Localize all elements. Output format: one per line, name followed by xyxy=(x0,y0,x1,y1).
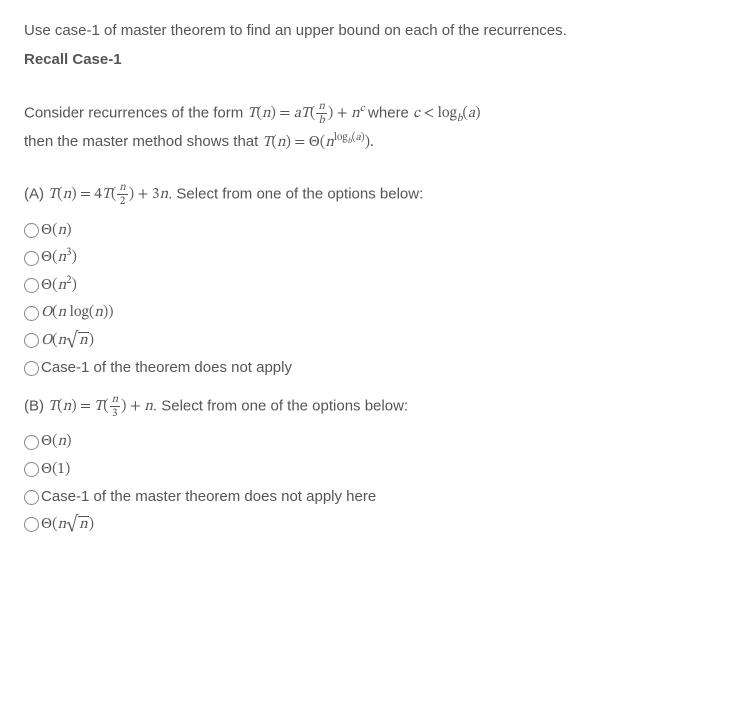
qa-option-3[interactable]: O(n log(n)) xyxy=(24,302,705,325)
qb-option-2[interactable]: Case-1 of the master theorem does not ap… xyxy=(24,486,705,509)
qb-option-1[interactable]: Θ(1) xyxy=(24,459,705,482)
question-a: (A) T(n) = 4T(n2) + 3n. Select from one … xyxy=(24,182,705,208)
radio-icon xyxy=(24,278,39,293)
then-prefix: then the master method shows that xyxy=(24,133,262,150)
qb-tail: . Select from one of the options below: xyxy=(153,397,408,414)
then-line: then the master method shows that T(n) =… xyxy=(24,131,705,155)
recall-heading: Recall Case-1 xyxy=(24,49,705,72)
qb-option-3[interactable]: Θ(nn) xyxy=(24,514,705,537)
qb-option-2-label: Case-1 of the master theorem does not ap… xyxy=(41,486,376,509)
radio-icon xyxy=(24,361,39,376)
consider-line: Consider recurrences of the form T(n) = … xyxy=(24,101,705,127)
qa-option-3-label: O(n log(n)) xyxy=(41,302,114,325)
qa-option-2[interactable]: Θ(n2) xyxy=(24,275,705,298)
qa-option-2-label: Θ(n2) xyxy=(41,275,77,298)
radio-icon xyxy=(24,462,39,477)
qa-option-5-label: Case-1 of the theorem does not apply xyxy=(41,357,292,380)
qa-recurrence: T(n) = 4T(n2) + 3n xyxy=(48,187,168,202)
qa-option-4[interactable]: O(nn) xyxy=(24,330,705,353)
qb-option-0[interactable]: Θ(n) xyxy=(24,431,705,454)
qa-label: (A) xyxy=(24,185,48,202)
qa-option-5[interactable]: Case-1 of the theorem does not apply xyxy=(24,357,705,380)
qb-option-3-label: Θ(nn) xyxy=(41,514,94,537)
qb-recurrence: T(n) = T(n3) + n xyxy=(48,399,153,414)
qb-option-1-label: Θ(1) xyxy=(41,459,70,482)
radio-icon xyxy=(24,223,39,238)
radio-icon xyxy=(24,333,39,348)
radio-icon xyxy=(24,251,39,266)
qa-option-4-label: O(nn) xyxy=(41,330,94,353)
qa-option-1[interactable]: Θ(n3) xyxy=(24,247,705,270)
qa-option-0[interactable]: Θ(n) xyxy=(24,220,705,243)
where-text: where xyxy=(368,104,413,121)
intro-text: Use case-1 of master theorem to find an … xyxy=(24,20,705,43)
qa-option-0-label: Θ(n) xyxy=(41,220,71,243)
question-b: (B) T(n) = T(n3) + n. Select from one of… xyxy=(24,394,705,420)
conclusion-math: T(n) = Θ(nlogb(a)). xyxy=(262,135,373,150)
radio-icon xyxy=(24,517,39,532)
radio-icon xyxy=(24,306,39,321)
qa-tail: . Select from one of the options below: xyxy=(168,185,423,202)
consider-prefix: Consider recurrences of the form xyxy=(24,104,247,121)
radio-icon xyxy=(24,490,39,505)
qb-label: (B) xyxy=(24,397,48,414)
radio-icon xyxy=(24,435,39,450)
condition-math: c < logb(a) xyxy=(413,106,480,121)
qb-option-0-label: Θ(n) xyxy=(41,431,71,454)
recurrence-form-math: T(n) = aT(nb) + nc xyxy=(247,106,368,121)
qa-option-1-label: Θ(n3) xyxy=(41,247,77,270)
